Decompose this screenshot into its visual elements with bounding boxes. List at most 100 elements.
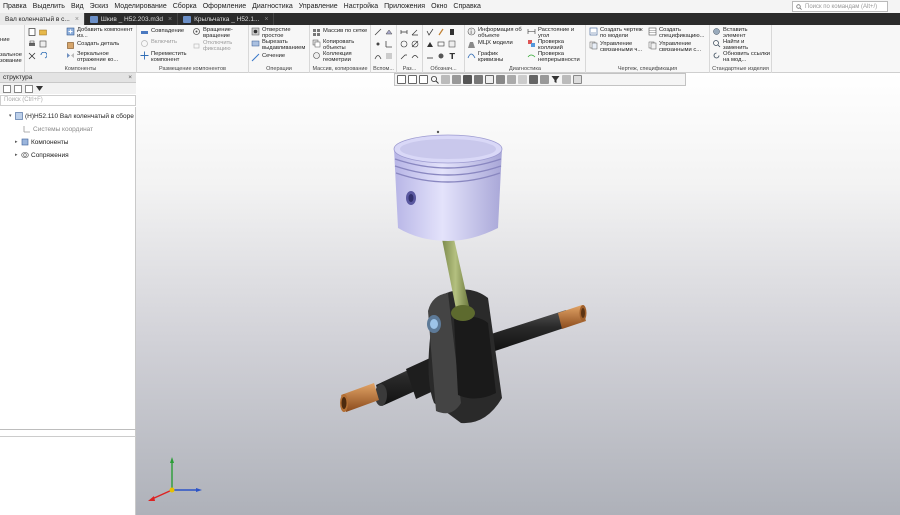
- menu-item-edit[interactable]: Правка: [0, 3, 30, 10]
- tab-crankshaft[interactable]: Вал коленчатый в с... ×: [0, 13, 85, 25]
- tree-view-icon[interactable]: [3, 84, 11, 93]
- tree-item-coordinate-systems[interactable]: Системы координат: [17, 125, 93, 133]
- close-icon[interactable]: ×: [75, 16, 79, 23]
- tab-impeller[interactable]: Крыльчатка _ Н52.1... ×: [178, 13, 275, 25]
- add-component-button[interactable]: Добавить компонент из...: [66, 27, 139, 39]
- note-icon[interactable]: [448, 40, 456, 48]
- text-icon[interactable]: T: [448, 52, 456, 60]
- update-links-button[interactable]: Обновить ссылки на мод...: [712, 51, 773, 63]
- cut-extrude-button[interactable]: Вырезать выдавливанием: [251, 39, 310, 51]
- turn-on-button[interactable]: Включить: [140, 39, 177, 48]
- open-folder-icon[interactable]: [39, 28, 47, 36]
- crankshaft-assembly-model[interactable]: [136, 73, 900, 515]
- ribbon-item[interactable]: ние: [0, 37, 10, 43]
- surface-icon[interactable]: [385, 52, 393, 60]
- menu-item-modeling[interactable]: Моделирование: [111, 3, 169, 10]
- menu-item-select[interactable]: Выделить: [30, 3, 68, 10]
- chevron-down-icon[interactable]: [36, 86, 43, 91]
- new-document-icon[interactable]: [28, 28, 36, 36]
- zoom-window-icon[interactable]: [408, 75, 417, 84]
- menu-item-formatting[interactable]: Оформление: [200, 3, 249, 10]
- display-style-icon[interactable]: [463, 75, 472, 84]
- menu-item-window[interactable]: Окно: [428, 3, 450, 10]
- create-specification-button[interactable]: Создать спецификацию...: [648, 27, 707, 39]
- shading-icon[interactable]: [474, 75, 483, 84]
- tree-item-assembly[interactable]: ▾ (Н)Н52.110 Вал коленчатый в сборе (Те): [9, 112, 147, 120]
- selection-filter-icon[interactable]: [562, 75, 571, 84]
- menu-item-diagnostics[interactable]: Диагностика: [249, 3, 296, 10]
- 3d-viewport[interactable]: [136, 73, 900, 515]
- layers-icon[interactable]: [25, 84, 33, 93]
- menu-item-sketch[interactable]: Эскиз: [87, 3, 112, 10]
- tree-search-input[interactable]: Поиск (Ctrl+F): [0, 95, 136, 106]
- undo-icon[interactable]: [39, 52, 47, 60]
- tree-item-mates[interactable]: ▸ Сопряжения: [15, 151, 69, 159]
- move-component-button[interactable]: Переместить компонент: [140, 51, 193, 63]
- tab-pulley[interactable]: Шкив _ Н52.203.m3d ×: [85, 13, 179, 25]
- pan-icon[interactable]: [419, 75, 428, 84]
- weld-icon[interactable]: [426, 52, 434, 60]
- create-part-button[interactable]: Создать деталь: [66, 41, 119, 50]
- mark-icon[interactable]: [437, 52, 445, 60]
- command-search-input[interactable]: Поиск по командам (Alt+/): [792, 1, 888, 12]
- rotate-rotate-button[interactable]: Вращение-вращение: [192, 27, 243, 39]
- search-icon[interactable]: [430, 75, 439, 84]
- point-icon[interactable]: [374, 40, 382, 48]
- menu-item-management[interactable]: Управление: [296, 3, 341, 10]
- geometry-collection-button[interactable]: Коллекция геометрии: [312, 51, 365, 63]
- menu-item-apps[interactable]: Приложения: [381, 3, 428, 10]
- curvature-graph-button[interactable]: График кривизны: [467, 51, 512, 63]
- distance-angle-button[interactable]: Расстояние и угол: [527, 27, 582, 39]
- lights-icon[interactable]: [518, 75, 527, 84]
- menu-item-help[interactable]: Справка: [450, 3, 483, 10]
- visibility-icon[interactable]: [529, 75, 538, 84]
- menu-item-view[interactable]: Вид: [68, 3, 87, 10]
- mirror-component-button[interactable]: Зеркальное отражение ко...: [66, 51, 137, 63]
- close-icon[interactable]: ×: [264, 16, 268, 23]
- section-view-icon[interactable]: [496, 75, 505, 84]
- print-icon[interactable]: [28, 40, 36, 48]
- turn-off-fix-button[interactable]: Отключить фиксацию: [192, 40, 247, 52]
- roughness-icon[interactable]: [426, 28, 434, 36]
- diameter-dimension-icon[interactable]: [411, 40, 419, 48]
- hide-show-icon[interactable]: [507, 75, 516, 84]
- perspective-icon[interactable]: [485, 75, 494, 84]
- copy-objects-button[interactable]: Копировать объекты: [312, 39, 365, 51]
- mass-properties-button[interactable]: МЦХ модели: [467, 40, 513, 49]
- linear-dimension-icon[interactable]: [400, 28, 408, 36]
- properties-icon[interactable]: [39, 40, 47, 48]
- simple-hole-button[interactable]: Отверстие простое: [251, 27, 306, 39]
- marker-icon[interactable]: [448, 28, 456, 36]
- create-drawing-button[interactable]: Создать чертеж по модели: [589, 27, 646, 39]
- filter-view-icon[interactable]: [14, 84, 22, 93]
- csys-icon[interactable]: [385, 40, 393, 48]
- cut-icon[interactable]: [28, 52, 36, 60]
- zoom-fit-icon[interactable]: [397, 75, 406, 84]
- leader-icon[interactable]: [400, 52, 408, 60]
- layers-icon[interactable]: [540, 75, 549, 84]
- orientation-icon[interactable]: [452, 75, 461, 84]
- coincidence-button[interactable]: Совпадение: [140, 28, 184, 37]
- manage-linked-drawings-button[interactable]: Управление связанными ч...: [589, 41, 644, 53]
- filter-icon[interactable]: [551, 75, 560, 84]
- settings-icon[interactable]: [573, 75, 582, 84]
- find-replace-button[interactable]: Найти и заменить: [712, 39, 757, 51]
- menu-item-assembly[interactable]: Сборка: [170, 3, 200, 10]
- check-collisions-button[interactable]: Проверка коллизий: [527, 39, 572, 51]
- manage-linked-spec-button[interactable]: Управление связанными с...: [648, 41, 703, 53]
- tree-item-components[interactable]: ▸ Компоненты: [15, 138, 68, 146]
- base-icon[interactable]: [426, 40, 434, 48]
- insert-element-button[interactable]: Вставить элемент: [712, 27, 757, 39]
- close-icon[interactable]: ×: [128, 73, 132, 83]
- axis-icon[interactable]: [374, 28, 382, 36]
- menu-item-settings[interactable]: Настройка: [341, 3, 381, 10]
- rotate-view-icon[interactable]: [441, 75, 450, 84]
- section-button[interactable]: Сечение: [251, 53, 285, 62]
- check-continuity-button[interactable]: Проверка непрерывности: [527, 51, 584, 63]
- close-icon[interactable]: ×: [168, 16, 172, 23]
- brush-icon[interactable]: [437, 28, 445, 36]
- radial-dimension-icon[interactable]: [400, 40, 408, 48]
- plane-icon[interactable]: [385, 28, 393, 36]
- angular-dimension-icon[interactable]: [411, 28, 419, 36]
- curve-icon[interactable]: [374, 52, 382, 60]
